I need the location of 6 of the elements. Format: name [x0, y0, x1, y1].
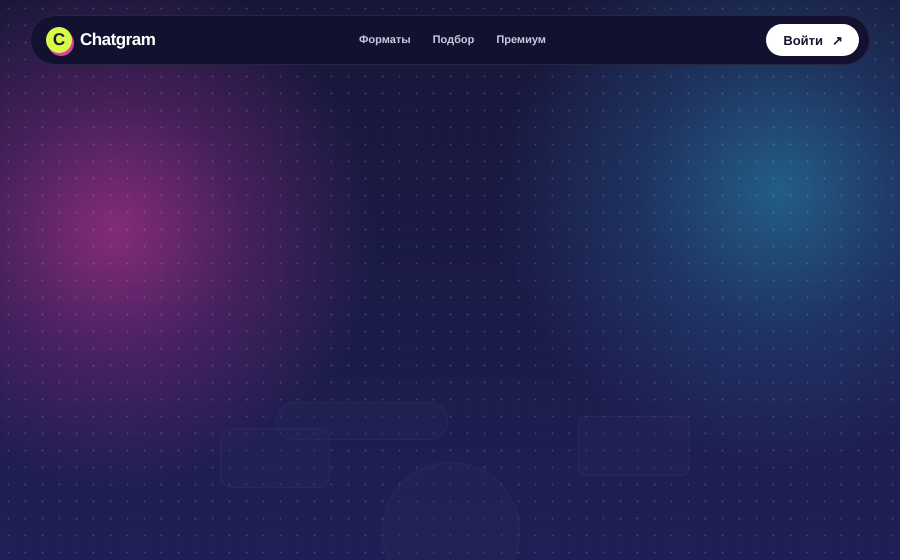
logo-mark: C: [46, 27, 72, 53]
brand-name: Chatgram: [80, 30, 156, 50]
nav-link[interactable]: Форматы: [359, 34, 411, 46]
nav-link[interactable]: Подбор: [432, 34, 474, 46]
login-button[interactable]: Войти ↗: [766, 24, 859, 56]
nav-link[interactable]: Премиум: [496, 34, 546, 46]
